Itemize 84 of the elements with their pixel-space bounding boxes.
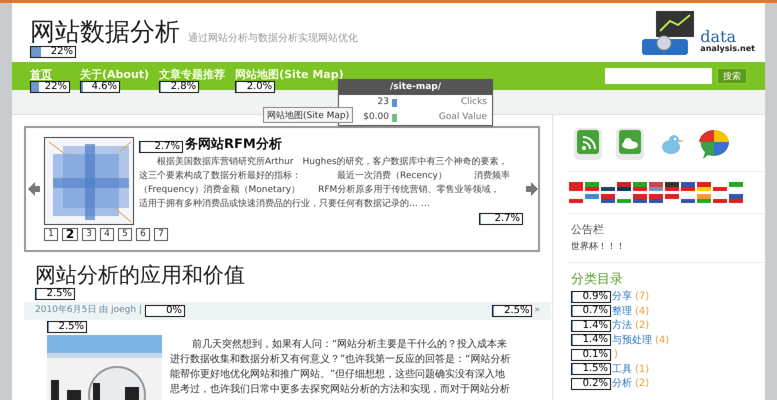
flag-icon (665, 182, 679, 191)
flag-icon (697, 182, 711, 191)
flag-icon (601, 194, 615, 203)
click-overlay: 2.0% (235, 81, 276, 93)
flag-icon (649, 182, 663, 191)
click-overlay: 1.4% (571, 334, 611, 346)
excerpt-line: 适用于拥有多种消费品或快速消费品的行业，只要任何有数据记录的… … (139, 198, 431, 211)
excerpt-line: 这三个要素构成了数据分析最好的指标： 最近一次消费（Recency） 消费频率 (139, 170, 511, 183)
page-button[interactable]: 7 (154, 228, 168, 241)
flag-icon (729, 194, 743, 203)
category-count: (7) (635, 290, 650, 304)
post-meta: 2010年6月5日 由 joegh | (35, 304, 142, 318)
category-link[interactable]: 方法 (612, 318, 632, 334)
rss-icon (573, 127, 603, 161)
speech-bubble-icon (697, 128, 731, 160)
page-button[interactable]: 4 (100, 228, 114, 241)
click-overlay: 22% (30, 81, 70, 93)
category-count: (2) (635, 319, 650, 334)
site-title[interactable]: 网站数据分析 (30, 18, 180, 46)
page-button[interactable]: 3 (82, 228, 96, 241)
category-count: ) (614, 348, 618, 362)
search-button[interactable]: 搜索 (717, 68, 747, 84)
stat-label: Goal Value (438, 110, 487, 124)
click-overlay: 2.5% (35, 288, 75, 300)
flag-icon (729, 182, 743, 191)
category-heading: 分类目录 (570, 271, 624, 289)
flag-icon (649, 194, 663, 203)
click-overlay: 0% (144, 305, 185, 317)
excerpt-line: 思考过，也许我们日常中更多去探究网站分析的方法和实现，而对于网站分析 (170, 382, 511, 397)
flag-icon (633, 182, 647, 191)
flag-icon (585, 182, 599, 191)
click-overlay: 2.5% (492, 305, 532, 317)
click-overlay: 0.7% (571, 305, 611, 318)
slide-title[interactable]: 务网站RFM分析 (185, 137, 282, 153)
category-link[interactable]: 整理 (612, 304, 632, 319)
site-tagline: 通过网站分析与数据分析实现网站优化 (188, 32, 358, 46)
click-overlay: 4.6% (80, 81, 120, 93)
right-arrow-icon (526, 182, 538, 196)
tooltip: 网站地图(Site Map) (263, 107, 354, 123)
click-overlay: 1.4% (571, 320, 611, 332)
category-link[interactable]: 与预处理 (612, 332, 652, 348)
stat-value: 23 (376, 96, 389, 109)
logo-subtext: analysis.net (700, 45, 755, 53)
click-overlay: 0.2% (571, 378, 611, 390)
excerpt-line: （Frequency）消费金额（Monetary） RFM分析原多用于传统营销、零售业等领域， (139, 184, 500, 197)
click-overlay: 22% (30, 46, 76, 58)
click-overlay: 0.1% (571, 348, 611, 361)
flag-icon (585, 194, 599, 203)
click-overlay: 1.5% (571, 363, 611, 376)
category-link[interactable]: 分析 (612, 376, 632, 392)
article-title[interactable]: 网站分析的应用和价值 (35, 262, 546, 288)
page-button[interactable]: 1 (44, 228, 58, 241)
notice-heading: 公告栏 (571, 222, 605, 238)
category-count: (2) (635, 377, 650, 392)
click-overlay: 2.8% (159, 81, 200, 93)
flag-icon (633, 194, 647, 203)
stat-label: Clicks (460, 96, 487, 109)
flag-icon (665, 194, 679, 203)
cloud-icon (615, 127, 645, 161)
click-overlay: 2.7% (479, 213, 523, 225)
left-arrow-icon (28, 182, 40, 196)
category-count: (1) (635, 362, 650, 377)
comments-arrow[interactable]: » (534, 304, 540, 318)
category-link[interactable]: 工具 (612, 362, 632, 377)
click-overlay: 2.7% (139, 141, 183, 153)
excerpt-line: 能帮你更好地优化网站和推广网站。”但仔细想想，这些问题确实没有深入地 (170, 368, 506, 382)
notice-text: 世界杯！！！ (571, 240, 626, 254)
flag-icon (681, 182, 695, 191)
search-field[interactable] (605, 68, 712, 84)
excerpt-line: 进行数据收集和数据分析又有何意义？”也许我第一反应的回答是：“网站分析 (170, 352, 512, 367)
flag-icon (617, 182, 631, 191)
logo-text: data (700, 29, 736, 45)
page-button[interactable]: 6 (136, 228, 150, 241)
flag-icon (697, 194, 711, 203)
excerpt-line: 根据美国数据库营销研究所Arthur Hughes的研究，客户数据库中有三个神奇的要素， (156, 156, 509, 169)
click-overlay: 2.5% (47, 321, 87, 333)
category-count: (4) (635, 304, 650, 319)
page-button[interactable]: 5 (118, 228, 132, 241)
category-link[interactable]: 分享 (612, 289, 632, 304)
popup-title: /site-map/ (339, 80, 492, 95)
category-count: (4) (655, 334, 670, 348)
page-button[interactable]: 2 (62, 228, 78, 241)
click-overlay: 0.9% (571, 290, 611, 303)
excerpt-line: 前几天突然想到，如果有人问：“网站分析主要是干什么的？投入成本来 (191, 338, 508, 352)
